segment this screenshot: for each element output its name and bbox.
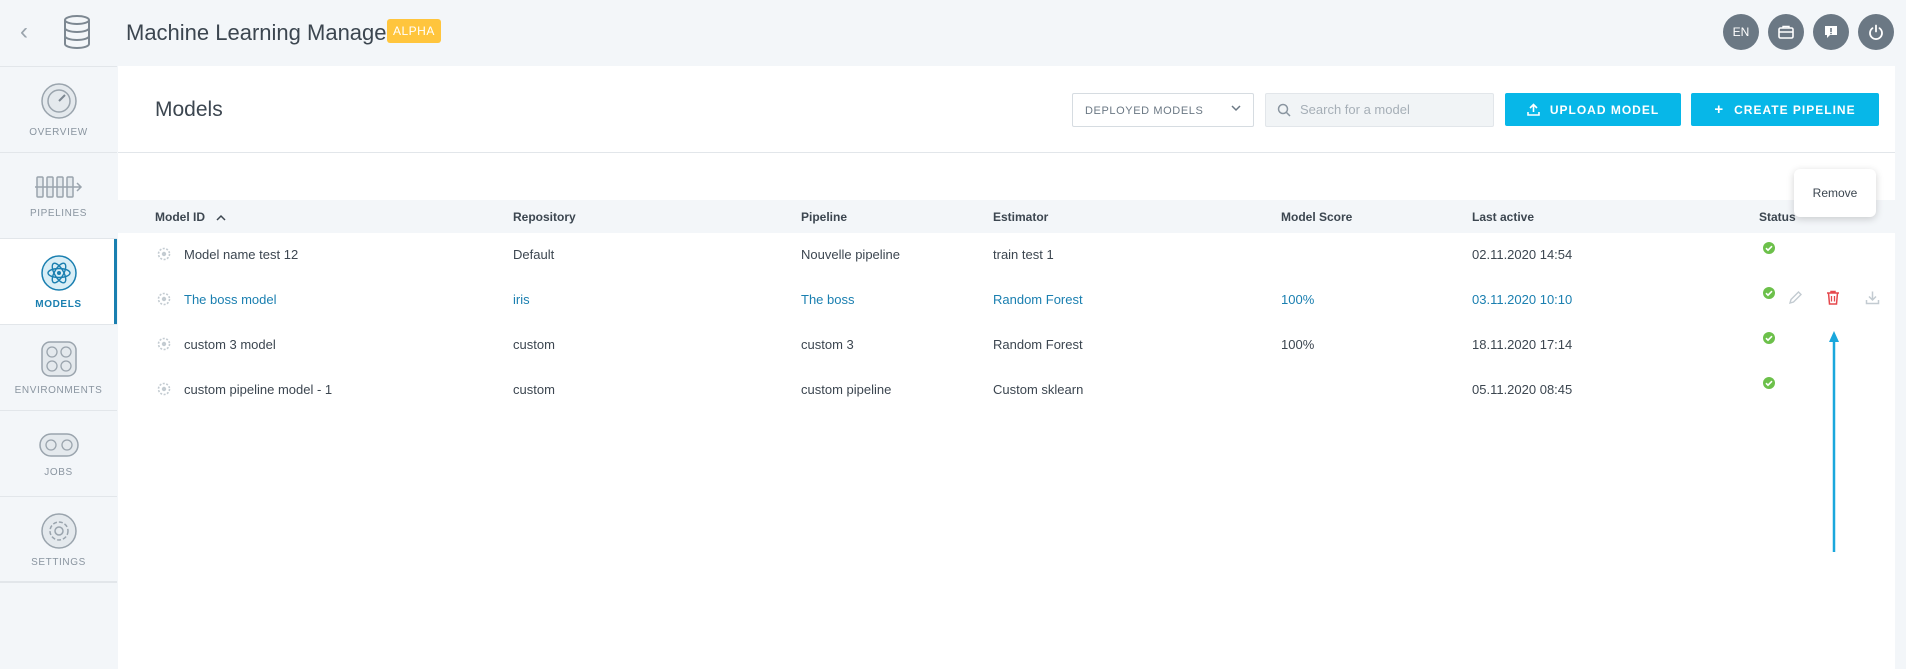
last-active-cell: 03.11.2020 10:10 (1472, 292, 1573, 307)
briefcase-icon (1778, 25, 1794, 39)
model-score-cell: 100% (1281, 292, 1315, 307)
model-gear-icon (157, 247, 171, 266)
sidebar-item-pipelines[interactable]: PIPELINES (0, 153, 117, 239)
upload-icon (1527, 103, 1540, 116)
sidebar-item-label: OVERVIEW (29, 126, 88, 138)
model-filter-select[interactable]: DEPLOYED MODELS (1072, 93, 1254, 127)
settings-icon (40, 512, 77, 549)
jobs-icon (38, 432, 79, 457)
model-gear-icon (157, 292, 171, 311)
language-button[interactable]: EN (1723, 14, 1759, 50)
pipeline-icon (34, 175, 82, 198)
top-bar: ‹ Machine Learning Manager ALPHA EN (0, 0, 1906, 66)
search-input[interactable] (1300, 102, 1485, 117)
pipeline-cell: Nouvelle pipeline (801, 247, 901, 262)
remove-tooltip: Remove (1794, 169, 1876, 217)
status-ok-icon (1763, 287, 1775, 299)
edit-pencil-icon[interactable] (1788, 290, 1803, 310)
sidebar: OVERVIEW PIPELINES MODELS ENVIRONMENTS J… (0, 66, 117, 583)
pipeline-cell: The boss (801, 292, 855, 307)
last-active-cell: 02.11.2020 14:54 (1472, 247, 1573, 262)
sidebar-item-label: SETTINGS (31, 556, 86, 568)
header-divider (118, 152, 1895, 153)
column-header-repository[interactable]: Repository (513, 210, 576, 224)
alpha-badge: ALPHA (387, 19, 441, 43)
search-icon (1277, 103, 1291, 122)
back-chevron-icon[interactable]: ‹ (20, 18, 28, 46)
column-header-model-score[interactable]: Model Score (1281, 210, 1352, 224)
environment-icon (40, 340, 77, 377)
upload-model-button[interactable]: UPLOAD MODEL (1505, 93, 1681, 126)
estimator-cell: train test 1 (993, 247, 1054, 262)
column-header-model-id[interactable]: Model ID (155, 210, 226, 224)
sidebar-item-models[interactable]: MODELS (0, 239, 117, 325)
sidebar-item-settings[interactable]: SETTINGS (0, 497, 117, 583)
status-ok-icon (1763, 377, 1775, 389)
database-icon (62, 14, 92, 55)
sidebar-item-overview[interactable]: OVERVIEW (0, 67, 117, 153)
column-header-estimator[interactable]: Estimator (993, 210, 1048, 224)
feedback-icon (1825, 26, 1837, 38)
column-header-status[interactable]: Status (1759, 210, 1796, 224)
estimator-cell: Random Forest (993, 292, 1083, 307)
estimator-cell: Random Forest (993, 337, 1083, 352)
atom-icon (40, 254, 77, 291)
repository-cell: custom (513, 382, 555, 397)
sort-asc-icon (216, 214, 226, 221)
upload-model-label: UPLOAD MODEL (1549, 102, 1660, 117)
status-ok-icon (1763, 332, 1775, 344)
power-button[interactable] (1858, 14, 1894, 50)
last-active-cell: 18.11.2020 17:14 (1472, 337, 1573, 352)
model-gear-icon (157, 337, 171, 356)
sidebar-item-label: JOBS (44, 466, 73, 478)
status-ok-icon (1763, 242, 1775, 254)
search-box (1265, 93, 1494, 127)
annotation-arrow (1828, 330, 1840, 559)
sidebar-item-label: MODELS (35, 298, 82, 310)
column-header-last-active[interactable]: Last active (1472, 210, 1534, 224)
gauge-icon (40, 82, 77, 119)
pipeline-cell: custom 3 (801, 337, 854, 352)
create-pipeline-button[interactable]: + CREATE PIPELINE (1691, 93, 1879, 126)
main-panel: Models DEPLOYED MODELS UPLOAD MODEL + CR… (118, 66, 1895, 669)
power-icon (1869, 24, 1883, 40)
create-pipeline-label: CREATE PIPELINE (1734, 102, 1856, 117)
table-header: Model ID Repository Pipeline Estimator M… (118, 200, 1895, 233)
model-id-cell[interactable]: The boss model (184, 292, 277, 307)
model-gear-icon (157, 382, 171, 401)
table-row[interactable]: The boss model iris The boss Random Fore… (118, 277, 1895, 322)
repository-cell: Default (513, 247, 555, 262)
briefcase-button[interactable] (1768, 14, 1804, 50)
model-id-cell: custom pipeline model - 1 (184, 382, 333, 397)
table-row[interactable]: custom pipeline model - 1 custom custom … (118, 367, 1895, 412)
sidebar-item-environments[interactable]: ENVIRONMENTS (0, 325, 117, 411)
page-title: Models (155, 98, 223, 121)
column-header-label: Model ID (155, 210, 205, 224)
app-title: Machine Learning Manager (126, 20, 394, 45)
repository-cell: iris (513, 292, 530, 307)
trash-icon[interactable] (1826, 290, 1840, 310)
download-icon[interactable] (1865, 290, 1880, 310)
sidebar-item-label: ENVIRONMENTS (14, 384, 103, 396)
feedback-button[interactable] (1813, 14, 1849, 50)
sidebar-item-label: PIPELINES (29, 207, 88, 219)
plus-icon: + (1714, 101, 1725, 118)
repository-cell: custom (513, 337, 555, 352)
model-id-cell: custom 3 model (184, 337, 276, 352)
top-actions: EN (1723, 14, 1894, 50)
table-row[interactable]: custom 3 model custom custom 3 Random Fo… (118, 322, 1895, 367)
model-filter-value: DEPLOYED MODELS (1085, 105, 1204, 117)
column-header-pipeline[interactable]: Pipeline (801, 210, 847, 224)
table-row[interactable]: Model name test 12 Default Nouvelle pipe… (118, 232, 1895, 277)
pipeline-cell: custom pipeline (801, 382, 892, 397)
sidebar-item-jobs[interactable]: JOBS (0, 411, 117, 497)
model-id-cell: Model name test 12 (184, 247, 299, 262)
model-score-cell: 100% (1281, 337, 1315, 352)
chevron-down-icon (1231, 103, 1241, 116)
last-active-cell: 05.11.2020 08:45 (1472, 382, 1573, 397)
estimator-cell: Custom sklearn (993, 382, 1084, 397)
